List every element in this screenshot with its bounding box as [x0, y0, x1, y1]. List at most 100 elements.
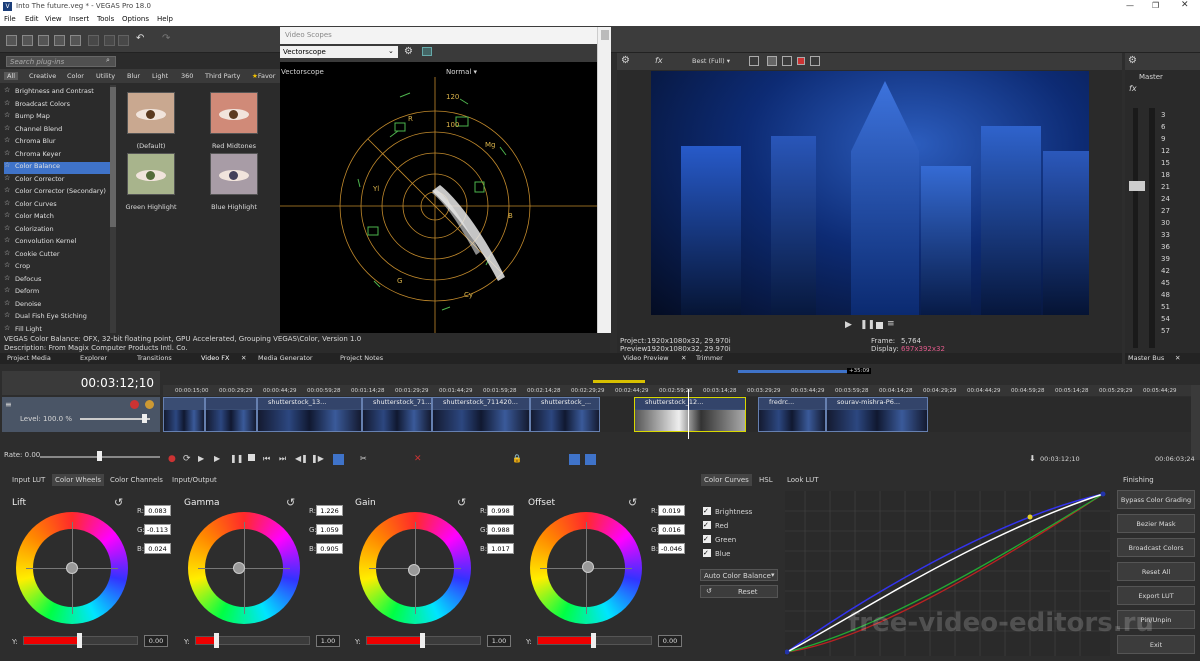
- video-clip[interactable]: fredrc...: [758, 397, 826, 432]
- plugin-item[interactable]: Color Curves: [4, 200, 116, 212]
- gamma-y-slider[interactable]: [195, 636, 310, 645]
- menu-tools[interactable]: Tools: [97, 15, 114, 23]
- split-screen-icon[interactable]: [767, 56, 777, 66]
- wheel-handle[interactable]: [408, 564, 420, 576]
- preset-red-midtones-thumbnail[interactable]: [210, 92, 258, 134]
- marker-region[interactable]: [593, 380, 645, 383]
- lift-r-input[interactable]: 0.083: [144, 505, 171, 516]
- plugin-item[interactable]: Color Corrector: [4, 175, 116, 187]
- play-icon[interactable]: ▶: [845, 320, 852, 330]
- tab-video-fx[interactable]: Video FX: [201, 354, 229, 362]
- go-to-start-icon[interactable]: ⏮: [263, 454, 272, 463]
- prev-frame-icon[interactable]: ◀❚: [295, 454, 308, 463]
- master-fader-handle[interactable]: [1129, 181, 1145, 191]
- gamma-b-input[interactable]: 0.905: [316, 543, 343, 554]
- gamma-y-input[interactable]: 1.00: [316, 635, 340, 647]
- reset-icon[interactable]: ↺: [628, 496, 637, 509]
- menu-edit[interactable]: Edit: [25, 15, 39, 23]
- stop-icon[interactable]: [248, 454, 255, 461]
- record-icon[interactable]: [797, 57, 805, 65]
- gain-g-input[interactable]: 0.988: [487, 524, 514, 535]
- master-fader-left[interactable]: [1133, 108, 1138, 348]
- menu-file[interactable]: File: [4, 15, 16, 23]
- copy-icon[interactable]: [104, 35, 115, 46]
- tab-color-wheels[interactable]: Color Wheels: [52, 474, 105, 486]
- plugin-item[interactable]: Denoise: [4, 300, 116, 312]
- plugin-item[interactable]: Brightness and Contrast: [4, 87, 116, 99]
- envelope-tool-icon[interactable]: ✂: [360, 454, 369, 463]
- lift-y-handle[interactable]: [77, 633, 82, 648]
- gain-y-handle[interactable]: [420, 633, 425, 648]
- tab-project-media[interactable]: Project Media: [7, 354, 51, 362]
- menu-view[interactable]: View: [45, 15, 62, 23]
- plugin-item[interactable]: Defocus: [4, 275, 116, 287]
- offset-g-input[interactable]: 0.016: [658, 524, 685, 535]
- search-icon[interactable]: ⌕: [106, 56, 110, 65]
- close-icon[interactable]: ✕: [1181, 0, 1189, 10]
- save-snapshot-icon[interactable]: [810, 56, 820, 66]
- video-clip-selected[interactable]: shutterstock_12...: [634, 397, 746, 432]
- scope-type-select[interactable]: Vectorscope ⌄: [280, 46, 398, 58]
- settings-gear-icon[interactable]: ⚙: [621, 55, 630, 66]
- plugin-item[interactable]: Dual Fish Eye Stiching: [4, 312, 116, 324]
- menu-options[interactable]: Options: [122, 15, 149, 23]
- export-lut-button[interactable]: Export LUT: [1117, 586, 1195, 605]
- preset-green-highlight-thumbnail[interactable]: [127, 153, 175, 195]
- green-checkbox[interactable]: ✓: [703, 535, 711, 543]
- overlay-icon[interactable]: [749, 56, 759, 66]
- go-to-end-icon[interactable]: ⏭: [279, 454, 288, 463]
- category-blur[interactable]: Blur: [127, 72, 140, 80]
- track-level-handle[interactable]: [142, 414, 147, 423]
- plugin-item[interactable]: Chroma Keyer: [4, 150, 116, 162]
- plugin-list-scrollbar[interactable]: [110, 85, 116, 333]
- wheel-handle[interactable]: [233, 562, 245, 574]
- settings-gear-icon[interactable]: ⚙: [1128, 55, 1137, 66]
- tab-project-notes[interactable]: Project Notes: [340, 354, 383, 362]
- restore-icon[interactable]: ❐: [1152, 1, 1159, 10]
- menu-icon[interactable]: ≡: [887, 319, 895, 329]
- settings-gear-icon[interactable]: ⚙: [404, 46, 413, 57]
- lock-icon[interactable]: 🔒: [512, 454, 522, 463]
- bezier-mask-button[interactable]: Bezier Mask: [1117, 514, 1195, 533]
- category-favorites[interactable]: ★Favor: [252, 72, 275, 80]
- curves-reset-button[interactable]: ↺ Reset: [700, 585, 778, 598]
- play-icon[interactable]: ▶: [214, 454, 223, 463]
- plugin-item-selected[interactable]: Color Balance: [4, 162, 116, 174]
- tab-video-preview[interactable]: Video Preview: [623, 354, 669, 362]
- lift-g-input[interactable]: -0.113: [144, 524, 171, 535]
- lift-y-input[interactable]: 0.00: [144, 635, 168, 647]
- cut-icon[interactable]: [88, 35, 99, 46]
- video-clip[interactable]: shutterstock_13...: [257, 397, 362, 432]
- close-icon[interactable]: ✕: [1175, 354, 1180, 362]
- tab-transitions[interactable]: Transitions: [137, 354, 172, 362]
- gain-b-input[interactable]: 1.017: [487, 543, 514, 554]
- preset-default-thumbnail[interactable]: [127, 92, 175, 134]
- brightness-checkbox[interactable]: ✓: [703, 507, 711, 515]
- pause-icon[interactable]: ❚❚: [230, 454, 243, 463]
- category-light[interactable]: Light: [152, 72, 168, 80]
- tab-explorer[interactable]: Explorer: [80, 354, 107, 362]
- video-clip[interactable]: shutterstock_...: [530, 397, 600, 432]
- minimize-icon[interactable]: —: [1126, 1, 1134, 10]
- tab-hsl[interactable]: HSL: [759, 476, 773, 484]
- plugin-item[interactable]: Deform: [4, 287, 116, 299]
- video-clip[interactable]: shutterstock_71...: [362, 397, 432, 432]
- tab-media-generator[interactable]: Media Generator: [258, 354, 313, 362]
- red-checkbox[interactable]: ✓: [703, 521, 711, 529]
- delete-icon[interactable]: ✕: [414, 454, 423, 464]
- loop-icon[interactable]: ⟳: [183, 454, 192, 464]
- track-level-slider[interactable]: [80, 418, 150, 420]
- tab-trimmer[interactable]: Trimmer: [696, 354, 723, 362]
- preview-fx-icon[interactable]: fx: [655, 56, 663, 65]
- reset-icon[interactable]: ↺: [114, 496, 123, 509]
- rate-slider-handle[interactable]: [97, 451, 102, 461]
- offset-y-input[interactable]: 0.00: [658, 635, 682, 647]
- plugin-item[interactable]: Broadcast Colors: [4, 100, 116, 112]
- gamma-r-input[interactable]: 1.226: [316, 505, 343, 516]
- open-icon[interactable]: [22, 35, 33, 46]
- plugin-item[interactable]: Color Match: [4, 212, 116, 224]
- plugin-item[interactable]: Crop: [4, 262, 116, 274]
- video-clip[interactable]: shutterstock_711420...: [432, 397, 530, 432]
- redo-icon[interactable]: ↷: [162, 33, 170, 44]
- tab-color-channels[interactable]: Color Channels: [110, 476, 163, 484]
